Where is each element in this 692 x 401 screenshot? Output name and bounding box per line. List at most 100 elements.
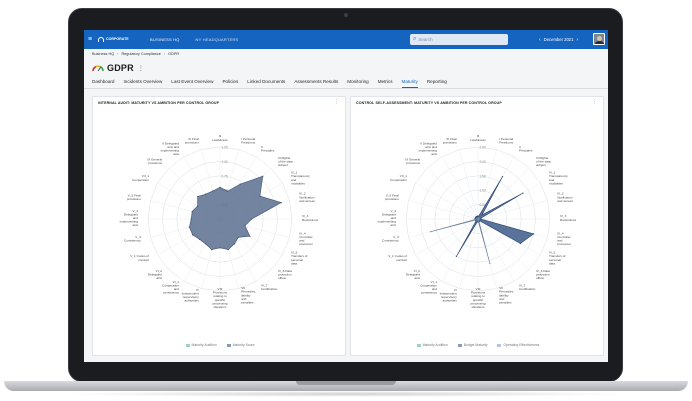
tab-metrics[interactable]: Metrics — [378, 79, 393, 88]
radar-axis-label-line: Certification — [519, 287, 536, 291]
legend-item[interactable]: Maturity Audition — [185, 343, 217, 347]
hamburger-menu-icon[interactable]: ≡ — [84, 30, 96, 49]
tab-reporting[interactable]: Reporting — [427, 79, 447, 88]
radar-axis-label-line: officer — [278, 276, 286, 280]
breadcrumb-item[interactable]: Regulatory Compliance — [121, 52, 160, 56]
radar-axis-label: IV_4 Controller and processor — [557, 231, 571, 246]
radar-point[interactable] — [430, 231, 432, 233]
radar-point[interactable] — [237, 236, 239, 238]
company-logo[interactable]: CORPORATE — [98, 37, 132, 42]
panel-options-icon[interactable]: ⋮ — [592, 99, 597, 105]
radar-point[interactable] — [477, 217, 479, 219]
radar-point[interactable] — [533, 233, 535, 235]
radar-point[interactable] — [476, 221, 478, 223]
radar-point[interactable] — [211, 190, 214, 192]
radar-point[interactable] — [251, 218, 253, 220]
page-options-icon[interactable]: ⋮ — [138, 65, 144, 72]
radar-point[interactable] — [522, 192, 524, 194]
radar-axis-label: VI Independent supervisory authorities — [440, 288, 458, 303]
chart-legend: Maturity Audition Maturity Score — [93, 343, 347, 347]
radar-point[interactable] — [227, 249, 229, 251]
radar-axis-label: IV_4 Controller and processor — [299, 231, 313, 246]
current-period[interactable]: December 2021 — [544, 37, 574, 42]
legend-swatch — [457, 343, 462, 347]
legend-swatch — [416, 343, 421, 347]
radar-point[interactable] — [455, 255, 457, 257]
radar-axis-label: I Personal Freedoms — [499, 137, 513, 145]
radar-point[interactable] — [211, 249, 213, 251]
radar-point[interactable] — [239, 183, 241, 185]
radar-point[interactable] — [233, 243, 235, 245]
tab-policies[interactable]: Policies — [222, 79, 238, 88]
radar-point[interactable] — [190, 218, 192, 220]
tab-last-event-overview[interactable]: Last Event Overview — [171, 79, 213, 88]
radar-point[interactable] — [478, 215, 480, 217]
search-input[interactable]: ⌕ Search — [410, 34, 508, 45]
radar-axis-label: II Principles — [261, 145, 275, 153]
headquarters-link[interactable]: NY HEADQUARTERS — [196, 37, 239, 42]
radar-axis-label: IV_6 Data protection officer — [536, 269, 550, 280]
tab-monitoring[interactable]: Monitoring — [347, 79, 368, 88]
radar-point[interactable] — [219, 247, 221, 249]
radar-axis-label: IX General provisions — [405, 158, 420, 166]
radar-point[interactable] — [489, 262, 491, 265]
search-icon: ⌕ — [413, 36, 417, 42]
radar-point[interactable] — [197, 196, 199, 198]
radar-point[interactable] — [280, 202, 282, 204]
panel-options-icon[interactable]: ⋮ — [334, 99, 339, 105]
radar-axis-label: VI_2 Delegated acts — [406, 269, 421, 280]
radar-axis-label-line: acts — [173, 152, 179, 156]
radar-axis-label-line: provisions — [385, 197, 399, 201]
radar-point[interactable] — [226, 190, 229, 192]
radar-point[interactable] — [205, 193, 207, 195]
radar-point[interactable] — [219, 186, 221, 188]
radar-axis-label-line: and access — [557, 199, 573, 203]
radar-point[interactable] — [519, 242, 521, 245]
tab-bar: Dashboard Incidents Overview Last Event Ov… — [92, 79, 456, 88]
radar-axis-label-line: subject — [278, 163, 288, 167]
radar-axis-label: VI Independent supervisory authorities — [182, 288, 200, 303]
logo-text: CORPORATE — [106, 36, 129, 41]
radar-axis-label: V_3 Consistency — [124, 235, 141, 243]
radar-point[interactable] — [244, 225, 246, 227]
prev-month-icon[interactable]: ‹ — [539, 37, 541, 43]
radar-point[interactable] — [205, 243, 207, 245]
radar-axis-label: VII_1 Cooperation — [132, 174, 149, 182]
radar-point[interactable] — [249, 235, 251, 237]
radar-point[interactable] — [262, 175, 264, 177]
radar-axis-label: VIII Provisions relating to specific process… — [471, 287, 486, 309]
radar-point[interactable] — [476, 215, 478, 217]
radar-axis-label-line: Lawfulness — [212, 138, 228, 142]
business-hq-link[interactable]: BUSINESS HQ — [150, 37, 180, 42]
radar-point[interactable] — [501, 176, 504, 178]
radar-point[interactable] — [197, 205, 199, 207]
radar-ring-label: 1.00 — [222, 160, 228, 164]
breadcrumb-item[interactable]: Business HQ — [92, 52, 114, 56]
radar-point[interactable] — [191, 210, 193, 213]
next-month-icon[interactable]: › — [576, 37, 578, 43]
tab-incidents-overview[interactable]: Incidents Overview — [123, 79, 162, 88]
legend-item[interactable]: Budget Maturity — [457, 343, 487, 347]
radar-axis-label: I Personal Freedoms — [241, 137, 255, 145]
radar-point[interactable] — [199, 238, 201, 240]
user-avatar[interactable] — [593, 33, 605, 45]
radar-point[interactable] — [481, 214, 483, 216]
legend-item[interactable]: Maturity Audition — [416, 343, 448, 347]
internal-audit-panel: INTERNAL AUDIT: MATURITY VS AMBITION PER… — [92, 96, 346, 356]
radar-point[interactable] — [259, 195, 261, 197]
tab-divider — [84, 88, 608, 89]
radar-axis-label: IV_5 Transfers of personal data — [549, 251, 566, 266]
legend-swatch — [226, 343, 231, 347]
tab-maturity[interactable]: Maturity — [401, 79, 418, 88]
radar-point[interactable] — [480, 218, 482, 220]
radar-point[interactable] — [192, 234, 194, 236]
tab-assessments-results[interactable]: Assessments Results — [294, 79, 338, 88]
tab-linked-documents[interactable]: Linked Documents — [247, 79, 285, 88]
radar-point[interactable] — [188, 226, 190, 228]
legend-item[interactable]: Maturity Score — [226, 343, 254, 347]
tab-dashboard[interactable]: Dashboard — [92, 79, 114, 88]
radar-axis-label: VI_2 Delegated acts — [148, 269, 163, 280]
radar-axis-label: V_1 Codes of conduct — [130, 254, 149, 262]
legend-item[interactable]: Operating Effectiveness — [497, 343, 539, 347]
radar-spoke — [415, 218, 479, 256]
